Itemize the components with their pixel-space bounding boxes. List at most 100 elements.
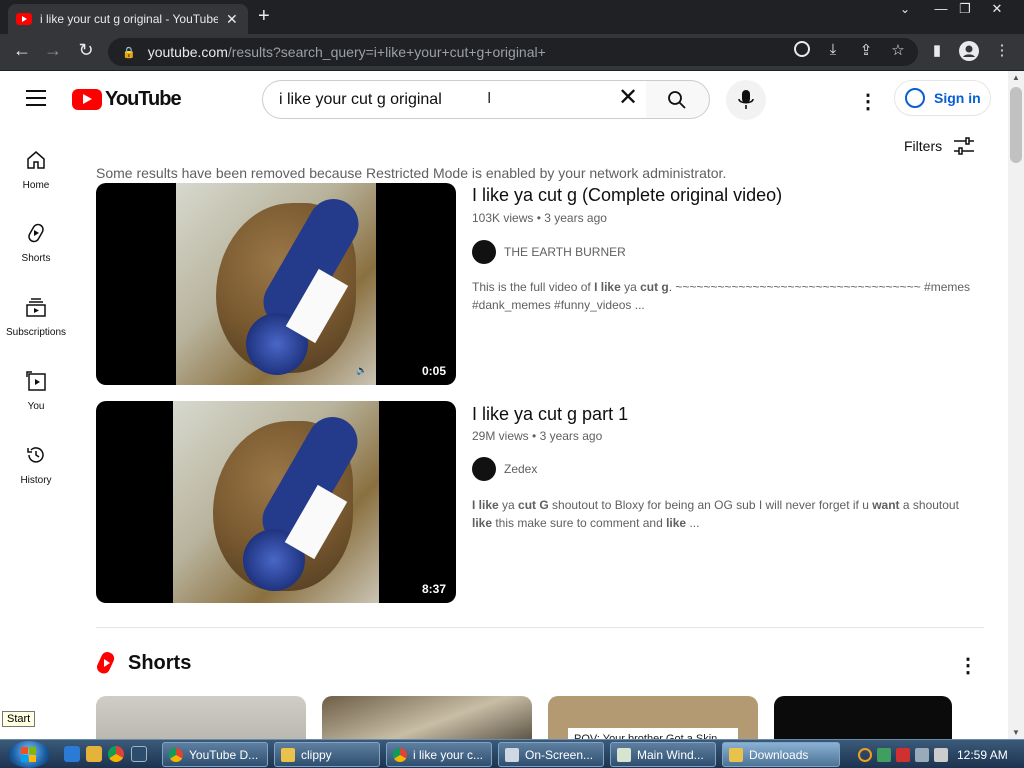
reload-button[interactable]: ↻ [73, 40, 99, 61]
short-thumbnail[interactable] [96, 696, 306, 739]
logo-text: YouTube [105, 88, 182, 110]
close-tab-icon[interactable]: ✕ [226, 11, 238, 28]
sidebar-item-subscriptions[interactable]: Subscriptions [0, 296, 72, 338]
back-button[interactable]: ← [9, 40, 35, 61]
flag-tray-icon[interactable] [896, 747, 910, 762]
new-tab-button[interactable]: + [258, 5, 270, 28]
url-host: youtube.com [147, 44, 228, 60]
video-meta: 29M views • 3 years ago [472, 429, 603, 443]
start-button[interactable] [8, 741, 50, 768]
channel-name: THE EARTH BURNER [504, 245, 626, 259]
sign-in-label: Sign in [934, 90, 981, 106]
video-thumbnail[interactable]: 🔈 0:05 [96, 183, 456, 385]
google-icon[interactable] [791, 41, 813, 61]
you-icon [26, 371, 46, 391]
shorts-icon [28, 223, 44, 243]
ie-quicklaunch-icon[interactable] [64, 746, 80, 762]
taskbar-button-onscreen-keyboard[interactable]: On-Screen... [498, 742, 604, 767]
tab-strip: i like your cut g original - YouTube ✕ +… [0, 0, 1024, 34]
install-icon[interactable]: ⤓ [822, 41, 844, 58]
window-icon [617, 747, 631, 762]
video-description: I like ya cut G shoutout to Bloxy for be… [472, 498, 959, 530]
sidebar-item-shorts[interactable]: Shorts [0, 222, 72, 264]
menu-icon[interactable] [26, 90, 46, 106]
search-tray-icon[interactable] [858, 747, 872, 762]
page-scrollbar[interactable]: ▲ ▼ [1008, 71, 1024, 739]
clock[interactable]: 12:59 AM [957, 748, 1008, 762]
channel-link[interactable]: THE EARTH BURNER [472, 240, 626, 264]
section-divider [96, 627, 984, 628]
sidebar-item-you[interactable]: You [0, 370, 72, 412]
chrome-menu-icon[interactable]: ⋮ [991, 41, 1013, 59]
search-input[interactable]: i like your cut g original I [262, 80, 647, 119]
volume-muted-icon[interactable] [934, 747, 948, 762]
app-quicklaunch-icon[interactable] [131, 746, 147, 762]
upload-age: 3 years ago [539, 429, 603, 443]
shorts-menu-icon[interactable]: ⋮ [958, 653, 978, 678]
url-path: /results?search_query=i+like+your+cut+g+… [227, 44, 546, 60]
browser-tab[interactable]: i like your cut g original - YouTube ✕ [8, 4, 248, 34]
channel-avatar [472, 457, 496, 481]
profile-icon[interactable] [958, 41, 980, 65]
restore-button[interactable]: ❐ [950, 0, 980, 20]
short-caption: POV: Your brother Got a Skin [568, 728, 738, 739]
video-title[interactable]: I like ya cut g (Complete original video… [472, 185, 782, 206]
taskbar-button-youtube[interactable]: YouTube D... [162, 742, 268, 767]
taskbar-button-chrome-window[interactable]: i like your c... [386, 742, 492, 767]
search-query: i like your cut g original [279, 90, 442, 108]
sidebar-item-history[interactable]: History [0, 444, 72, 486]
browser-toolbar: ← → ↻ 🔒 youtube.com/results?search_query… [0, 34, 1024, 71]
volume-icon: 🔈 [356, 365, 368, 375]
folder-icon [281, 747, 295, 762]
sidebar-item-home[interactable]: Home [0, 149, 72, 191]
chrome-icon [169, 747, 183, 762]
scrollbar-thumb[interactable] [1010, 87, 1022, 163]
system-tray: 12:59 AM [852, 742, 1024, 767]
settings-kebab-icon[interactable]: ⋮ [858, 89, 878, 114]
bookmark-star-icon[interactable]: ☆ [887, 41, 909, 59]
account-icon [905, 88, 925, 108]
sign-in-button[interactable]: Sign in [894, 80, 991, 116]
taskbar-button-main-window[interactable]: Main Wind... [610, 742, 716, 767]
scroll-up-icon[interactable]: ▲ [1012, 73, 1020, 82]
share-icon[interactable]: ⇪ [855, 41, 877, 59]
tab-search-icon[interactable]: ⌄ [890, 0, 920, 20]
side-panel-icon[interactable]: ▮ [926, 41, 948, 59]
display-tray-icon[interactable] [915, 747, 929, 762]
filters-label: Filters [904, 138, 943, 154]
shorts-section-heading: Shorts [96, 651, 191, 675]
voice-search-button[interactable] [726, 80, 766, 120]
channel-link[interactable]: Zedex [472, 457, 537, 481]
thumbnail-image [173, 401, 379, 603]
youtube-logo[interactable]: YouTube [72, 88, 182, 111]
sidebar-label-history: History [20, 475, 52, 486]
video-meta: 103K views • 3 years ago [472, 211, 607, 225]
explorer-quicklaunch-icon[interactable] [86, 746, 102, 762]
close-window-button[interactable]: ✕ [982, 0, 1012, 20]
microphone-icon [738, 90, 754, 109]
forward-button[interactable]: → [40, 40, 66, 61]
video-title[interactable]: I like ya cut g part 1 [472, 404, 628, 425]
view-count: 103K views [472, 211, 534, 225]
clear-search-icon[interactable]: ✕ [618, 86, 638, 110]
short-thumbnail[interactable] [774, 696, 952, 739]
thumbnail-image [176, 183, 376, 385]
chrome-quicklaunch-icon[interactable] [108, 746, 124, 762]
short-thumbnail[interactable]: POV: Your brother Got a Skin [548, 696, 758, 739]
taskbar-button-clippy[interactable]: clippy [274, 742, 380, 767]
network-tray-icon[interactable] [877, 747, 891, 762]
short-thumbnail[interactable] [322, 696, 532, 739]
folder-icon [729, 747, 743, 762]
video-thumbnail[interactable]: 8:37 [96, 401, 456, 603]
youtube-play-icon [72, 89, 102, 110]
windows-logo-icon [21, 747, 36, 762]
filters-button[interactable]: Filters [904, 137, 975, 155]
search-button[interactable] [646, 80, 710, 119]
home-icon [27, 151, 45, 169]
video-duration: 0:05 [417, 363, 450, 379]
sidebar-label-you: You [27, 401, 45, 412]
tab-title: i like your cut g original - YouTube [40, 12, 218, 26]
scroll-down-icon[interactable]: ▼ [1012, 728, 1020, 737]
view-count: 29M views [472, 429, 529, 443]
taskbar-button-downloads[interactable]: Downloads [722, 742, 840, 767]
